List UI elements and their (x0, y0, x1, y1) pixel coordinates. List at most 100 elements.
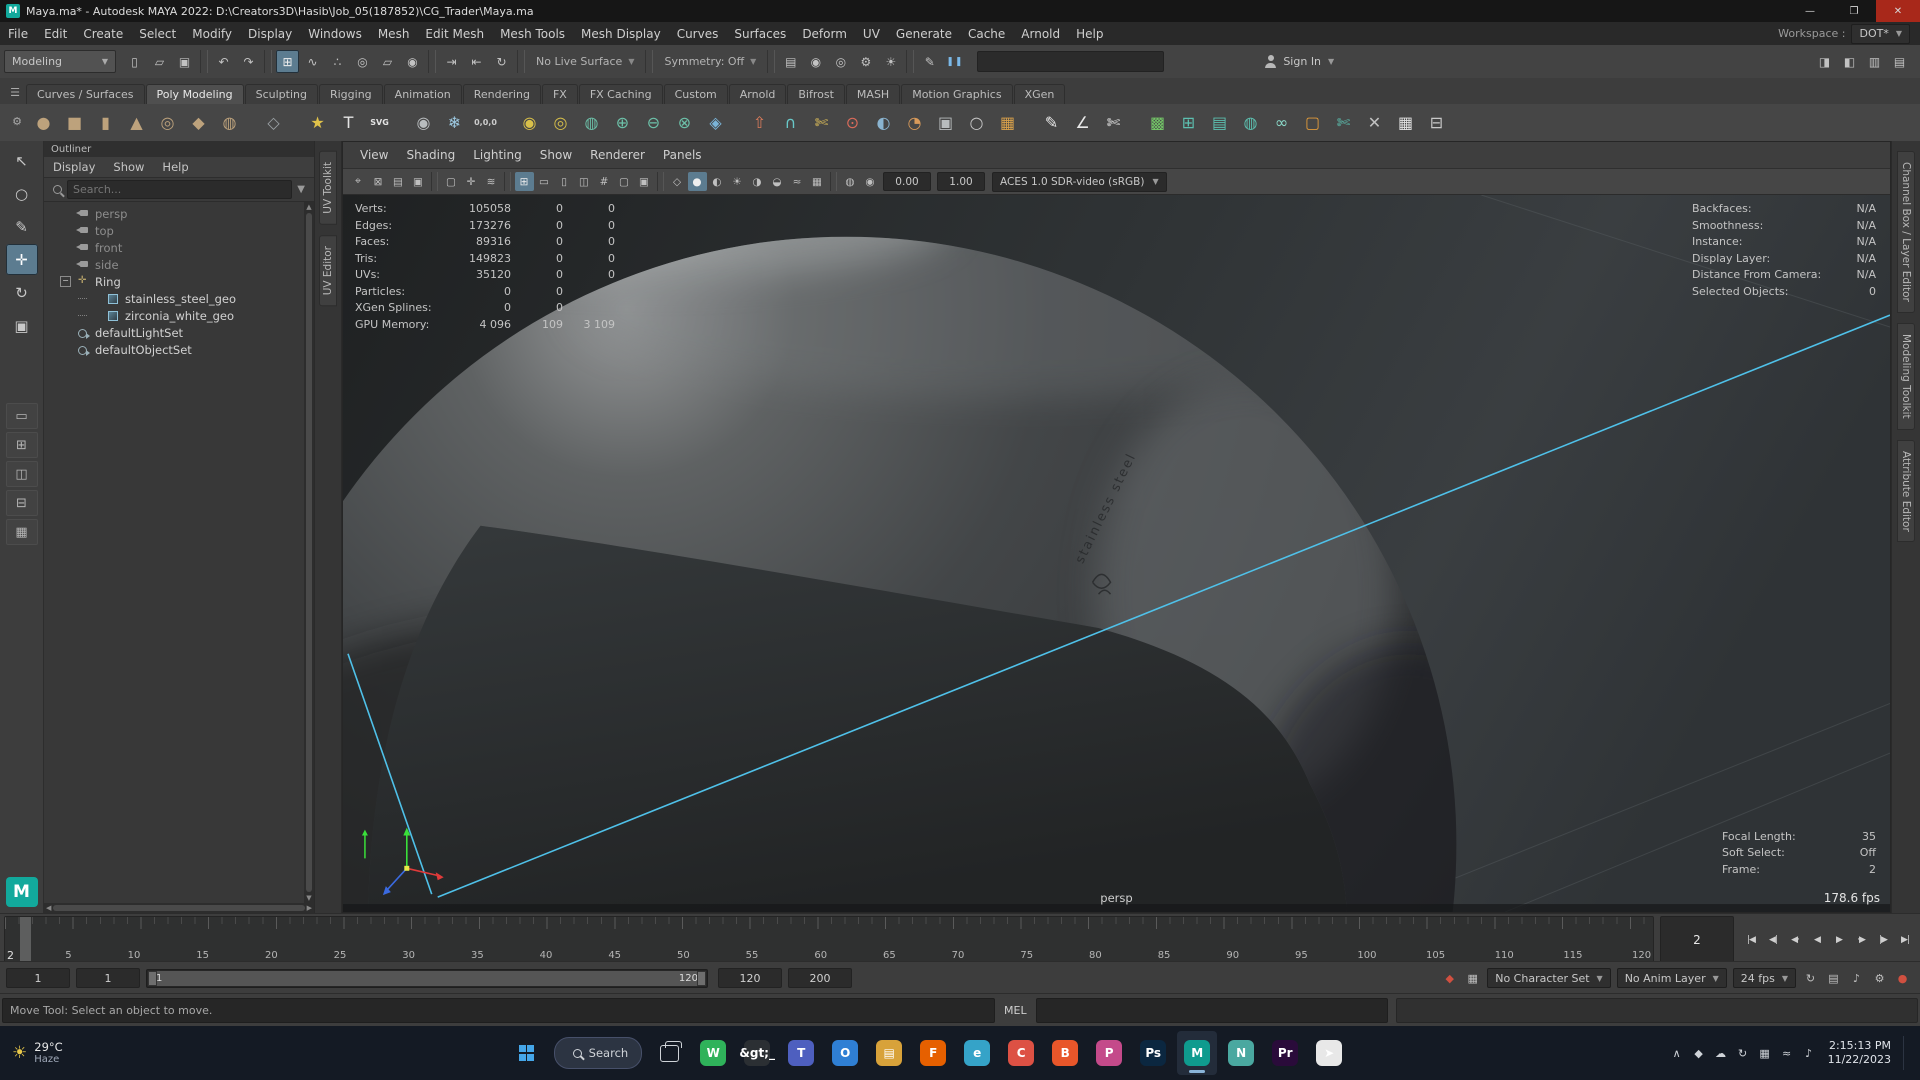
menu-item[interactable]: Cache (960, 27, 1013, 41)
outliner-item[interactable]: defaultObjectSet (44, 341, 304, 358)
close-button[interactable]: ✕ (1876, 0, 1920, 22)
anim-preferences-icon[interactable]: ⚙ (1869, 968, 1890, 989)
toggle-channel-box-icon[interactable]: ▤ (1888, 50, 1911, 73)
move-to-origin[interactable]: 0,0,0 (470, 107, 501, 138)
ipr-render-icon[interactable]: ◎ (829, 50, 852, 73)
multi-cut[interactable]: ✄ (806, 107, 837, 138)
right-panel-tab[interactable]: Channel Box / Layer Editor (1897, 151, 1915, 313)
command-input[interactable] (1035, 998, 1388, 1023)
separator[interactable] (431, 172, 438, 191)
separator[interactable] (906, 50, 915, 73)
range-end-handle[interactable] (697, 970, 706, 986)
auto-key-icon[interactable]: ● (1892, 968, 1913, 989)
outliner-menu-item[interactable]: Help (153, 160, 197, 174)
tray-sync-icon[interactable]: ↻ (1733, 1043, 1753, 1063)
tray-wifi-icon[interactable]: ≈ (1777, 1043, 1797, 1063)
app-photoshop[interactable]: Ps (1133, 1031, 1173, 1075)
mel-toggle[interactable]: MEL (1004, 1004, 1027, 1017)
shaded-icon[interactable]: ● (687, 172, 707, 191)
outliner-item[interactable]: stainless_steel_geo (44, 290, 304, 307)
menu-item[interactable]: Display (240, 27, 300, 41)
tray-volume-icon[interactable]: ♪ (1799, 1043, 1819, 1063)
lasso-tool[interactable]: ○ (6, 178, 38, 209)
clip-editor-icon[interactable]: ▤ (1823, 968, 1844, 989)
shelf-tab[interactable]: Sculpting (244, 84, 318, 104)
scroll-down-icon[interactable]: ▼ (306, 894, 311, 902)
no-live-surface-dropdown[interactable]: No Live Surface ▼ (528, 55, 642, 68)
playback-end-field[interactable]: 120 (718, 968, 782, 988)
step-back-key-button[interactable]: ◀· (1785, 929, 1805, 951)
poly-plane[interactable]: ◆ (183, 107, 214, 138)
lights-icon[interactable]: ☀ (728, 172, 747, 191)
menu-item[interactable]: Create (75, 27, 131, 41)
menu-item[interactable]: UV (855, 27, 888, 41)
playback-start-field[interactable]: 1 (76, 968, 140, 988)
menu-item[interactable]: Generate (888, 27, 960, 41)
menu-item[interactable]: File (0, 27, 36, 41)
outliner-item[interactable]: side (44, 256, 304, 273)
scroll-thumb[interactable] (53, 905, 305, 911)
light-editor-icon[interactable]: ☀ (879, 50, 902, 73)
render-current-frame-icon[interactable]: ◉ (804, 50, 827, 73)
menu-item[interactable]: Arnold (1013, 27, 1068, 41)
open-scene-icon[interactable]: ▱ (148, 50, 171, 73)
make-live-icon[interactable]: ◉ (401, 50, 424, 73)
snap-grid-icon[interactable]: ⊞ (276, 50, 299, 73)
lock-camera-icon[interactable]: ⊠ (369, 172, 388, 191)
gamma-field[interactable]: 1.00 (937, 172, 985, 191)
pause-viewport-icon[interactable]: ❚❚ (943, 50, 966, 73)
field-chart-icon[interactable]: # (595, 172, 614, 191)
menu-item[interactable]: Edit Mesh (417, 27, 492, 41)
shelf-tab[interactable]: FX Caching (578, 84, 663, 104)
animation-end-field[interactable]: 200 (788, 968, 852, 988)
outliner-item[interactable]: front (44, 239, 304, 256)
render-view-icon[interactable]: ▤ (779, 50, 802, 73)
outliner-item[interactable]: defaultLightSet (44, 324, 304, 341)
outliner-vertical-scrollbar[interactable]: ▲ ▼ (304, 202, 314, 903)
menu-set-selector[interactable]: Modeling ▼ (4, 50, 116, 73)
separator[interactable] (504, 172, 511, 191)
outliner-horizontal-scrollbar[interactable]: ◀ ▶ (44, 903, 314, 913)
taskbar-search[interactable]: Search (553, 1037, 643, 1069)
bridge[interactable]: ∩ (775, 107, 806, 138)
sculpt-target[interactable]: ◉ (408, 107, 439, 138)
uv-cut[interactable]: ✄ (1328, 107, 1359, 138)
snap-point-icon[interactable]: ∴ (326, 50, 349, 73)
menu-item[interactable]: Help (1068, 27, 1111, 41)
step-forward-key-button[interactable]: ·▶ (1851, 929, 1871, 951)
menu-item[interactable]: Mesh Display (573, 27, 669, 41)
app-notepadpp[interactable]: N (1221, 1031, 1261, 1075)
viewport-menu-item[interactable]: Show (531, 148, 581, 162)
shelf-tab[interactable]: Custom (663, 84, 728, 104)
poly-disc[interactable]: ◍ (214, 107, 245, 138)
left-panel-tab[interactable]: UV Editor (319, 234, 337, 306)
uv-automatic[interactable]: ⊞ (1173, 107, 1204, 138)
shelf-tab[interactable]: XGen (1013, 84, 1066, 104)
uv-planar[interactable]: ▩ (1142, 107, 1173, 138)
save-scene-icon[interactable]: ▣ (173, 50, 196, 73)
show-desktop-button[interactable] (1903, 1036, 1914, 1070)
taskbar-clock[interactable]: 2:15:13 PM 11/22/2023 (1828, 1039, 1891, 1067)
expand-toggle-icon[interactable]: − (60, 276, 71, 287)
smooth[interactable]: ◍ (576, 107, 607, 138)
current-time-field[interactable]: 2 (1660, 916, 1734, 964)
sign-in-button[interactable]: Sign In ▼ (1264, 55, 1334, 68)
tray-chevron-icon[interactable]: ∧ (1667, 1043, 1687, 1063)
snap-projected-center-icon[interactable]: ◎ (351, 50, 374, 73)
menu-item[interactable]: Modify (184, 27, 240, 41)
separator[interactable] (264, 50, 272, 73)
viewport-menu-item[interactable]: Renderer (581, 148, 654, 162)
app-premiere[interactable]: Pr (1265, 1031, 1305, 1075)
crease-tool[interactable]: ✎ (1036, 107, 1067, 138)
shelf-tab[interactable]: Arnold (728, 84, 787, 104)
go-to-start-button[interactable]: |◀ (1741, 929, 1761, 951)
rotate-tool[interactable]: ↻ (6, 277, 38, 308)
range-grid-icon[interactable]: ▦ (1462, 968, 1483, 989)
app-edge[interactable]: e (957, 1031, 997, 1075)
bookmarks-icon[interactable]: ▣ (409, 172, 428, 191)
grid-toggle-icon[interactable]: ⊞ (514, 172, 534, 191)
layout-four-pane[interactable]: ⊞ (5, 432, 38, 458)
wedge[interactable]: ◔ (899, 107, 930, 138)
svg-tool[interactable]: SVG (364, 107, 395, 138)
tray-cloud-icon[interactable]: ☁ (1711, 1043, 1731, 1063)
